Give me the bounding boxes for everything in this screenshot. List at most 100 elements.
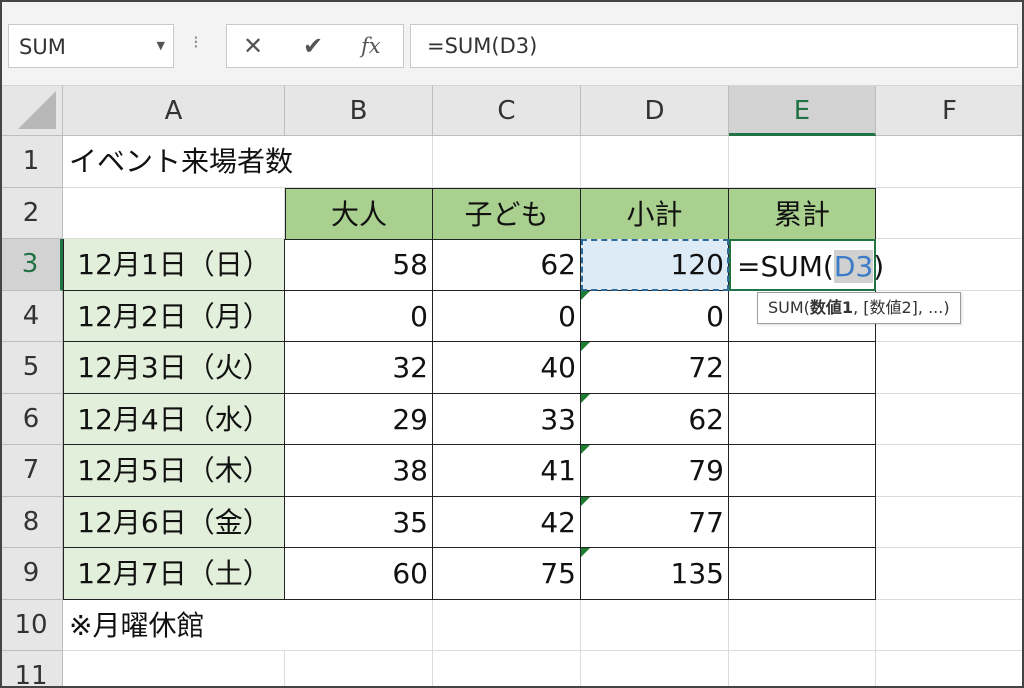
row-header-1[interactable]: 1	[0, 136, 63, 188]
cell-f5[interactable]	[876, 342, 1024, 394]
row-header-4[interactable]: 4	[0, 291, 63, 342]
row-header-2[interactable]: 2	[0, 188, 63, 239]
cell-d11[interactable]	[581, 651, 729, 688]
subtotal-cell[interactable]: 135	[581, 548, 729, 600]
error-indicator-icon	[581, 394, 590, 403]
cell-e10[interactable]	[729, 600, 876, 651]
cell-b1[interactable]	[285, 136, 433, 188]
column-header-c[interactable]: C	[433, 86, 581, 136]
adult-cell[interactable]: 35	[285, 497, 433, 548]
cell-f2[interactable]	[876, 188, 1024, 239]
formula-buttons: ✕ ✔ fx	[226, 24, 404, 68]
cumulative-cell[interactable]	[729, 548, 876, 600]
cell-f11[interactable]	[876, 651, 1024, 688]
subtotal-cell[interactable]: 77	[581, 497, 729, 548]
cell-f6[interactable]	[876, 394, 1024, 445]
subtotal-cell[interactable]: 79	[581, 445, 729, 497]
child-cell[interactable]: 42	[433, 497, 581, 548]
cell-a11[interactable]	[63, 651, 285, 688]
enter-icon[interactable]: ✔	[303, 31, 323, 61]
cumulative-cell[interactable]	[729, 445, 876, 497]
header-adult[interactable]: 大人	[285, 188, 433, 240]
adult-cell[interactable]: 0	[285, 291, 433, 342]
adult-cell[interactable]: 32	[285, 342, 433, 394]
column-header-d[interactable]: D	[581, 86, 729, 136]
editing-cell-e3[interactable]: =SUM(D3)	[729, 239, 884, 291]
cell-c11[interactable]	[433, 651, 581, 688]
cell-a10-note[interactable]: ※月曜休館	[63, 600, 285, 651]
row-header-5[interactable]: 5	[0, 342, 63, 394]
cell-f10[interactable]	[876, 600, 1024, 651]
row-header-3[interactable]: 3	[0, 239, 63, 291]
cell-f9[interactable]	[876, 548, 1024, 600]
header-child[interactable]: 子ども	[432, 188, 581, 240]
cumulative-cell[interactable]	[729, 342, 876, 394]
cell-f7[interactable]	[876, 445, 1024, 497]
date-cell[interactable]: 12月2日（月）	[63, 291, 285, 342]
date-cell[interactable]: 12月1日（日）	[63, 239, 285, 291]
date-cell[interactable]: 12月6日（金）	[63, 497, 285, 548]
chevron-down-icon[interactable]: ▼	[157, 39, 165, 52]
cell-a2[interactable]	[63, 188, 285, 239]
more-options-icon[interactable]: ⁝	[193, 34, 199, 52]
child-cell[interactable]: 33	[433, 394, 581, 445]
subtotal-cell[interactable]: 0	[581, 291, 729, 342]
child-cell[interactable]: 62	[433, 239, 581, 291]
adult-cell[interactable]: 58	[285, 239, 433, 291]
frame-left	[0, 0, 2, 688]
cell-a1-title[interactable]: イベント来場者数	[63, 136, 293, 188]
child-cell[interactable]: 75	[433, 548, 581, 600]
header-cumulative[interactable]: 累計	[728, 188, 876, 240]
row-header-9[interactable]: 9	[0, 548, 63, 600]
date-cell[interactable]: 12月5日（木）	[63, 445, 285, 497]
select-all-button[interactable]	[0, 86, 63, 136]
formula-prefix: =SUM(	[737, 250, 834, 283]
date-cell[interactable]: 12月4日（水）	[63, 394, 285, 445]
child-cell[interactable]: 40	[433, 342, 581, 394]
header-subtotal[interactable]: 小計	[580, 188, 729, 240]
tooltip-function: SUM(	[768, 298, 810, 317]
row-header-11[interactable]: 11	[0, 651, 63, 688]
date-cell[interactable]: 12月3日（火）	[63, 342, 285, 394]
subtotal-value: 0	[706, 300, 724, 333]
cell-f3[interactable]	[876, 239, 1024, 291]
child-cell[interactable]: 0	[433, 291, 581, 342]
row-header-7[interactable]: 7	[0, 445, 63, 497]
adult-cell[interactable]: 60	[285, 548, 433, 600]
insert-function-icon[interactable]: fx	[361, 31, 381, 61]
subtotal-cell[interactable]: 72	[581, 342, 729, 394]
cumulative-cell[interactable]	[729, 497, 876, 548]
adult-cell[interactable]: 38	[285, 445, 433, 497]
subtotal-cell-d3[interactable]: 120	[581, 239, 729, 291]
column-header-f[interactable]: F	[876, 86, 1024, 136]
cell-c10[interactable]	[433, 600, 581, 651]
row-header-10[interactable]: 10	[0, 600, 63, 651]
cell-f1[interactable]	[876, 136, 1024, 188]
frame-top	[0, 0, 1024, 2]
cell-e1[interactable]	[729, 136, 876, 188]
tooltip-arg1[interactable]: 数値1	[810, 298, 853, 317]
select-all-icon	[18, 91, 56, 129]
cell-e11[interactable]	[729, 651, 876, 688]
column-header-a[interactable]: A	[63, 86, 285, 136]
subtotal-value: 62	[688, 403, 724, 436]
subtotal-cell[interactable]: 62	[581, 394, 729, 445]
date-cell[interactable]: 12月7日（土）	[63, 548, 285, 600]
cell-d1[interactable]	[581, 136, 729, 188]
cell-b11[interactable]	[285, 651, 433, 688]
cell-c1[interactable]	[433, 136, 581, 188]
formula-input[interactable]: =SUM(D3)	[410, 24, 1018, 68]
cumulative-cell[interactable]	[729, 394, 876, 445]
row-header-8[interactable]: 8	[0, 497, 63, 548]
cell-d10[interactable]	[581, 600, 729, 651]
column-header-e[interactable]: E	[729, 86, 876, 136]
cancel-icon[interactable]: ✕	[243, 31, 263, 61]
cell-b10[interactable]	[285, 600, 433, 651]
cell-f8[interactable]	[876, 497, 1024, 548]
row-header-6[interactable]: 6	[0, 394, 63, 445]
child-cell[interactable]: 41	[433, 445, 581, 497]
column-header-b[interactable]: B	[285, 86, 433, 136]
name-box[interactable]: SUM ▼	[8, 24, 174, 68]
adult-cell[interactable]: 29	[285, 394, 433, 445]
formula-bar-area: SUM ▼ ⁝ ✕ ✔ fx =SUM(D3)	[0, 0, 1024, 86]
